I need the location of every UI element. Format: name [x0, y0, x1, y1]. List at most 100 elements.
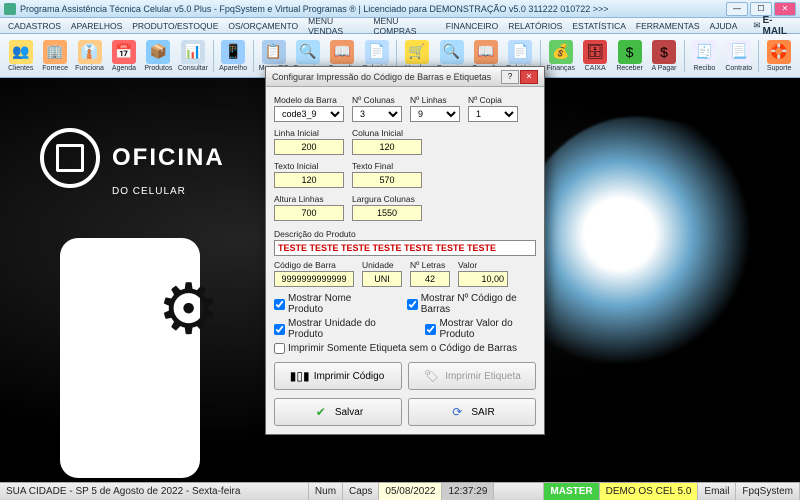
status-caps: Caps	[343, 483, 379, 500]
texto-inicial-input[interactable]	[274, 172, 344, 188]
menu-menu vendas[interactable]: MENU VENDAS	[304, 16, 367, 36]
codigo-barra-input[interactable]	[274, 271, 354, 287]
chk-nome-produto[interactable]: Mostrar Nome Produto	[274, 293, 379, 315]
barcode-config-dialog: Configurar Impressão do Código de Barras…	[265, 66, 545, 435]
salvar-button[interactable]: ✔ Salvar	[274, 398, 402, 426]
n-letras-label: Nº Letras	[410, 260, 450, 270]
status-location: SUA CIDADE - SP 5 de Agosto de 2022 - Se…	[0, 483, 309, 500]
toolbar-funciona[interactable]: 👔Funciona	[73, 36, 106, 76]
n-copia-label: Nº Copia	[468, 95, 518, 105]
minimize-button[interactable]: —	[726, 2, 748, 16]
suporte-icon: 🛟	[767, 40, 791, 64]
menu-cadastros[interactable]: CADASTROS	[4, 21, 65, 31]
relatório-icon: 📄	[508, 40, 532, 64]
fornece-icon: 🏢	[43, 40, 67, 64]
chk-valor-produto[interactable]: Mostrar Valor do Produto	[425, 318, 536, 340]
toolbar-clientes[interactable]: 👥Clientes	[4, 36, 37, 76]
brand-sub: DO CELULAR	[112, 186, 225, 197]
menu-ferramentas[interactable]: FERRAMENTAS	[632, 21, 704, 31]
gear-icon	[40, 128, 100, 188]
email-button[interactable]: ✉ E-MAIL	[749, 15, 796, 37]
menu-estatística[interactable]: ESTATÍSTICA	[568, 21, 630, 31]
menu-financeiro[interactable]: FINANCEIRO	[442, 21, 502, 31]
toolbar-aparelho[interactable]: 📱Aparelho	[216, 36, 249, 76]
brand-name: OFICINA	[112, 144, 225, 172]
window-controls: — ☐ ✕	[726, 2, 796, 16]
descricao-input[interactable]	[274, 240, 536, 256]
status-num: Num	[309, 483, 343, 500]
recibo-icon: 🧾	[692, 40, 716, 64]
toolbar-suporte[interactable]: 🛟Suporte	[762, 36, 795, 76]
valor-label: Valor	[458, 260, 508, 270]
n-colunas-label: Nº Colunas	[352, 95, 402, 105]
vendas-icon: 🛒	[405, 40, 429, 64]
chk-codigo-barras[interactable]: Mostrar Nº Código de Barras	[407, 293, 536, 315]
linha-inicial-input[interactable]	[274, 139, 344, 155]
toolbar-caixa[interactable]: 🗄CAIXA	[578, 36, 611, 76]
exit-icon: ⟳	[449, 404, 465, 420]
toolbar-produtos[interactable]: 📦Produtos	[142, 36, 175, 76]
n-linhas-label: Nº Linhas	[410, 95, 460, 105]
consulta-icon: 📖	[474, 40, 498, 64]
toolbar-separator	[758, 40, 759, 72]
toolbar-recibo[interactable]: 🧾Recibo	[688, 36, 721, 76]
aparelho-icon: 📱	[221, 40, 245, 64]
sair-button[interactable]: ⟳ SAIR	[408, 398, 536, 426]
toolbar-label: Aparelho	[219, 65, 247, 72]
dialog-close-button[interactable]: ✕	[520, 70, 538, 84]
window-title: Programa Assistência Técnica Celular v5.…	[20, 4, 726, 14]
altura-linhas-input[interactable]	[274, 205, 344, 221]
toolbar-finanças[interactable]: 💰Finanças	[544, 36, 577, 76]
status-master: MASTER	[544, 483, 599, 500]
toolbar-label: A Pagar	[652, 65, 677, 72]
toolbar-agenda[interactable]: 📅Agenda	[107, 36, 140, 76]
receber-icon: $	[618, 40, 642, 64]
toolbar-separator	[213, 40, 214, 72]
valor-input[interactable]	[458, 271, 508, 287]
phone-graphic	[60, 238, 200, 478]
coluna-inicial-label: Coluna Inicial	[352, 128, 422, 138]
status-email[interactable]: Email	[698, 483, 736, 500]
chk-somente-etiqueta[interactable]: Imprimir Somente Etiqueta sem o Código d…	[274, 343, 517, 354]
menu-produto/estoque[interactable]: PRODUTO/ESTOQUE	[128, 21, 222, 31]
dialog-titlebar: Configurar Impressão do Código de Barras…	[266, 67, 544, 87]
linha-inicial-label: Linha Inicial	[274, 128, 344, 138]
barcode-icon: ▮▯▮	[292, 368, 308, 384]
dialog-title: Configurar Impressão do Código de Barras…	[272, 72, 501, 82]
n-letras-input[interactable]	[410, 271, 450, 287]
largura-colunas-input[interactable]	[352, 205, 422, 221]
n-copia-select[interactable]: 1	[468, 106, 518, 122]
dialog-help-button[interactable]: ?	[501, 70, 519, 84]
pesquisa-icon: 🔍	[296, 40, 320, 64]
chk-unidade-produto[interactable]: Mostrar Unidade do Produto	[274, 318, 397, 340]
menu-os/orçamento[interactable]: OS/ORÇAMENTO	[224, 21, 302, 31]
imprimir-codigo-button[interactable]: ▮▯▮ Imprimir Código	[274, 362, 402, 390]
menu-relatórios[interactable]: RELATÓRIOS	[504, 21, 566, 31]
close-button[interactable]: ✕	[774, 2, 796, 16]
texto-final-input[interactable]	[352, 172, 422, 188]
menu-aparelhos[interactable]: APARELHOS	[67, 21, 126, 31]
toolbar-receber[interactable]: $Receber	[613, 36, 646, 76]
agenda-icon: 📅	[112, 40, 136, 64]
toolbar-contrato[interactable]: 📃Contrato	[722, 36, 755, 76]
n-linhas-select[interactable]: 9	[410, 106, 460, 122]
toolbar-label: Clientes	[8, 65, 33, 72]
check-icon: ✔	[313, 404, 329, 420]
unidade-input[interactable]	[362, 271, 402, 287]
n-colunas-select[interactable]: 3	[352, 106, 402, 122]
toolbar-fornece[interactable]: 🏢Fornece	[38, 36, 71, 76]
imprimir-etiqueta-button[interactable]: 🏷 Imprimir Etiqueta	[408, 362, 536, 390]
maximize-button[interactable]: ☐	[750, 2, 772, 16]
caixa-icon: 🗄	[583, 40, 607, 64]
relatório-icon: 📄	[365, 40, 389, 64]
menu-menu compras[interactable]: MENU COMPRAS	[369, 16, 439, 36]
pesquisa-icon: 🔍	[440, 40, 464, 64]
toolbar-consultar[interactable]: 📊Consultar	[176, 36, 209, 76]
coluna-inicial-input[interactable]	[352, 139, 422, 155]
toolbar-a pagar[interactable]: $A Pagar	[647, 36, 680, 76]
toolbar-label: Funciona	[75, 65, 104, 72]
menu-ajuda[interactable]: AJUDA	[706, 21, 742, 31]
toolbar-label: Receber	[616, 65, 642, 72]
modelo-barra-select[interactable]: code3_9	[274, 106, 344, 122]
status-demo: DEMO OS CEL 5.0	[600, 483, 699, 500]
